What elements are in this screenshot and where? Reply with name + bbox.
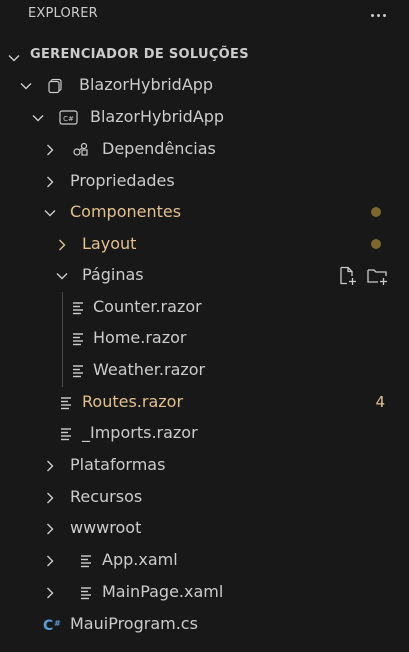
tree-item-pages[interactable]: Páginas <box>0 260 409 291</box>
chevron-right-icon <box>42 174 58 190</box>
razor-file-icon <box>58 425 76 443</box>
tree-item-counter-razor[interactable]: Counter.razor <box>0 292 409 323</box>
chevron-down-icon <box>42 205 58 221</box>
more-icon-dot <box>382 13 386 17</box>
xaml-file-icon <box>78 552 96 570</box>
xaml-file-icon <box>78 584 96 602</box>
tree-item-mauiprogram-cs[interactable]: C # MauiProgram.cs <box>0 609 409 640</box>
tree-item-label: Dependências <box>102 139 216 158</box>
svg-text:C: C <box>43 618 53 634</box>
chevron-down-icon <box>54 268 70 284</box>
tree-item-label: Recursos <box>70 487 143 506</box>
razor-file-icon <box>58 394 76 412</box>
tree-item-label: Plataformas <box>70 455 166 474</box>
tree-item-label: MauiProgram.cs <box>70 614 198 633</box>
chevron-right-icon <box>42 142 58 158</box>
chevron-right-icon <box>42 585 58 601</box>
tree-item-label: Routes.razor <box>82 392 184 411</box>
razor-file-icon <box>70 362 88 380</box>
solution-explorer-section[interactable]: GERENCIADOR DE SOLUÇÕES <box>0 42 409 68</box>
chevron-down-icon <box>6 50 22 66</box>
more-icon-dot <box>376 13 380 17</box>
tree-item-weather-razor[interactable]: Weather.razor <box>0 355 409 386</box>
chevron-right-icon <box>42 553 58 569</box>
tree-item-label: Home.razor <box>93 328 187 347</box>
tree-item-routes-razor[interactable]: Routes.razor 4 <box>0 387 409 418</box>
chevron-right-icon <box>42 490 58 506</box>
tree-item-label: MainPage.xaml <box>102 582 224 601</box>
tree-item-solution[interactable]: BlazorHybridApp <box>0 70 409 101</box>
chevron-down-icon <box>18 78 34 94</box>
tree-item-label: Páginas <box>82 265 144 284</box>
csharp-project-icon: C# <box>59 109 78 127</box>
new-file-icon[interactable] <box>337 265 359 287</box>
tree-item-label: Layout <box>82 234 137 253</box>
tree-item-properties[interactable]: Propriedades <box>0 166 409 197</box>
chevron-right-icon <box>42 458 58 474</box>
tree-item-label: App.xaml <box>102 550 178 569</box>
tree-item-label: BlazorHybridApp <box>79 75 214 94</box>
tree-item-label: wwwroot <box>70 518 142 537</box>
tree-item-wwwroot[interactable]: wwwroot <box>0 513 409 544</box>
tree-item-resources[interactable]: Recursos <box>0 482 409 513</box>
tree-item-label: Weather.razor <box>93 360 206 379</box>
tree-item-mainpage-xaml[interactable]: MainPage.xaml <box>0 577 409 608</box>
problems-count-badge: 4 <box>375 393 385 411</box>
explorer-header: EXPLORER <box>0 0 409 30</box>
section-title: GERENCIADOR DE SOLUÇÕES <box>30 47 249 62</box>
svg-text:C#: C# <box>63 115 74 123</box>
more-icon <box>370 13 374 17</box>
tree-item-imports-razor[interactable]: _Imports.razor <box>0 418 409 449</box>
tree-item-platforms[interactable]: Plataformas <box>0 450 409 481</box>
explorer-title: EXPLORER <box>28 6 98 21</box>
dependencies-icon <box>72 141 90 159</box>
tree-item-label: Propriedades <box>70 171 175 190</box>
tree-item-label: Componentes <box>70 202 182 221</box>
tree-item-home-razor[interactable]: Home.razor <box>0 323 409 354</box>
tree-item-label: _Imports.razor <box>82 423 198 442</box>
tree-item-label: Counter.razor <box>93 297 202 316</box>
modified-indicator <box>371 239 381 249</box>
modified-indicator <box>371 207 381 217</box>
svg-text:#: # <box>54 619 61 628</box>
razor-file-icon <box>70 299 88 317</box>
csharp-file-icon: C # <box>43 616 61 634</box>
more-actions-button[interactable] <box>365 5 391 25</box>
new-folder-icon[interactable] <box>366 265 388 287</box>
tree-item-layout[interactable]: Layout <box>0 229 409 260</box>
tree-item-project[interactable]: C# BlazorHybridApp <box>0 102 409 133</box>
tree-item-app-xaml[interactable]: App.xaml <box>0 545 409 576</box>
tree-item-components[interactable]: Componentes <box>0 197 409 228</box>
chevron-down-icon <box>30 110 46 126</box>
solution-icon <box>46 77 64 95</box>
tree-item-label: BlazorHybridApp <box>90 107 225 126</box>
chevron-right-icon <box>42 521 58 537</box>
tree-item-dependencies[interactable]: Dependências <box>0 134 409 165</box>
razor-file-icon <box>70 330 88 348</box>
chevron-right-icon <box>54 237 70 253</box>
